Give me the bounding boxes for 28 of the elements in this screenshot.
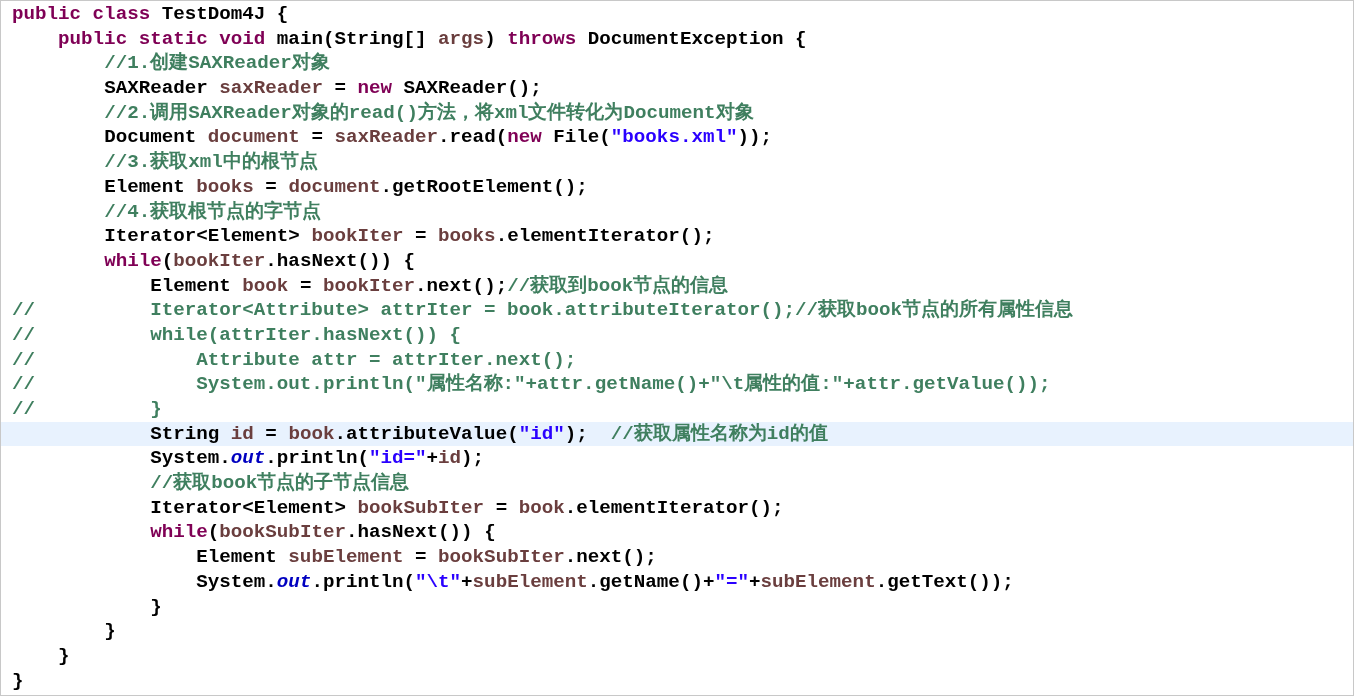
code-line: SAXReader saxReader = new SAXReader(); [104,76,542,101]
code-line: System.out.println("id="+id); [150,446,485,472]
code-line: } [104,619,116,644]
code-line: } [12,668,24,694]
code-line: Element book = bookIter.next();//获取到book节点的信息 [150,273,729,299]
code-line: //2.调用SAXReader对象的read()方法，将xml文件转化为Document对象 [104,100,754,126]
code-line: Iterator<Element> bookSubIter = book.elementIterator(); [150,495,784,521]
code-line: // Attribute attr = attrIter.next(); [12,347,577,373]
code-line: // } [12,397,162,422]
code-line: // System.out.println("属性名称:"+attr.getName()+"\t属性的值:"+attr.getValue()); [12,372,1051,397]
code-line: // while(attrIter.hasNext()) { [12,322,462,348]
code-line: //1.创建SAXReader对象 [104,51,330,77]
code-line: public static void main(String[] args) throws DocumentException { [58,26,807,52]
code-line: public class TestDom4J { [12,2,289,27]
code-line: } [58,643,70,669]
code-line: System.out.println("\t"+subElement.getName()+"="+subElement.getText()); [196,569,1014,595]
code-line: String id = book.attributeValue("id"); //获取属性名称为id的值 [150,421,828,447]
code-line: while(bookIter.hasNext()) { [104,248,416,274]
code-line: Element subElement = bookSubIter.next(); [196,545,657,570]
code-line: Iterator<Element> bookIter = books.elementIterator(); [104,224,715,249]
code-line: // Iterator<Attribute> attrIter = book.attributeIterator();//获取book节点的所有属性信息 [12,298,1074,323]
code-line: //3.获取xml中的根节点 [104,150,318,175]
code-line: Document document = saxReader.read(new File("books.xml")); [104,125,773,151]
code-line: //获取book节点的子节点信息 [150,471,410,496]
code-line: Element books = document.getRootElement(); [104,174,588,200]
code-line: } [150,594,162,620]
code-line: while(bookSubIter.hasNext()) { [150,520,496,546]
code-line: //4.获取根节点的字节点 [104,199,322,225]
